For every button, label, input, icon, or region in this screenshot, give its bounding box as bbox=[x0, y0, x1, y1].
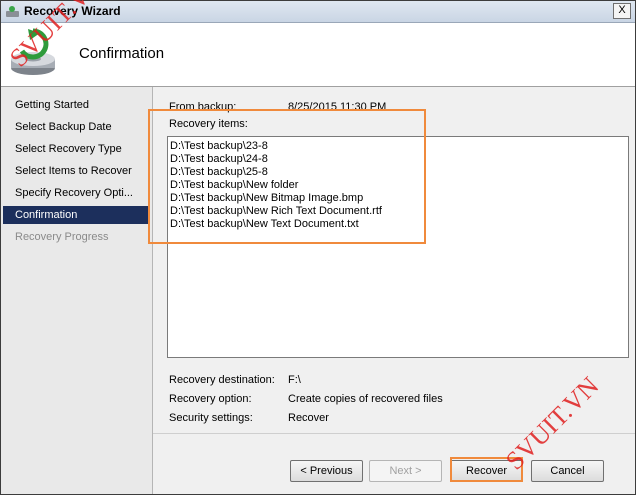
recovery-items-label: Recovery items: bbox=[169, 118, 248, 130]
step-recovery-progress: Recovery Progress bbox=[15, 231, 109, 243]
step-specify-recovery-options[interactable]: Specify Recovery Opti... bbox=[3, 184, 150, 202]
from-backup-value: 8/25/2015 11:30 PM bbox=[288, 101, 387, 113]
recovery-option-label: Recovery option: bbox=[169, 393, 252, 405]
recovery-option-value: Create copies of recovered files bbox=[288, 393, 443, 405]
list-item[interactable]: D:\Test backup\23-8 bbox=[170, 140, 626, 153]
security-settings-label: Security settings: bbox=[169, 412, 253, 424]
step-select-recovery-type[interactable]: Select Recovery Type bbox=[3, 140, 150, 158]
recovery-items-list[interactable]: D:\Test backup\23-8 D:\Test backup\24-8 … bbox=[167, 136, 629, 358]
wizard-header: Confirmation bbox=[1, 23, 635, 87]
from-backup-label: From backup: bbox=[169, 101, 237, 113]
step-select-items-to-recover[interactable]: Select Items to Recover bbox=[3, 162, 150, 180]
step-getting-started[interactable]: Getting Started bbox=[3, 96, 150, 114]
list-item[interactable]: D:\Test backup\24-8 bbox=[170, 153, 626, 166]
recovery-destination-value: F:\ bbox=[288, 374, 301, 386]
page-title: Confirmation bbox=[79, 45, 165, 62]
confirmation-panel: From backup: 8/25/2015 11:30 PM Recovery… bbox=[153, 87, 635, 433]
list-item[interactable]: D:\Test backup\New Bitmap Image.bmp bbox=[170, 192, 626, 205]
list-item[interactable]: D:\Test backup\New folder bbox=[170, 179, 626, 192]
previous-button[interactable]: < Previous bbox=[290, 460, 363, 482]
step-confirmation[interactable]: Confirmation bbox=[3, 206, 150, 224]
security-settings-value: Recover bbox=[288, 412, 329, 424]
title-bar[interactable]: Recovery Wizard X bbox=[1, 1, 635, 23]
backup-app-icon bbox=[6, 6, 19, 17]
wizard-steps-sidebar: Getting Started Select Backup Date Selec… bbox=[1, 87, 153, 494]
list-item[interactable]: D:\Test backup\New Rich Text Document.rt… bbox=[170, 205, 626, 218]
step-select-backup-date[interactable]: Select Backup Date bbox=[3, 118, 150, 136]
wizard-footer: < Previous Next > Recover Cancel bbox=[153, 433, 635, 494]
list-item[interactable]: D:\Test backup\New Text Document.txt bbox=[170, 218, 626, 231]
cancel-button[interactable]: Cancel bbox=[531, 460, 604, 482]
next-button: Next > bbox=[369, 460, 442, 482]
list-item[interactable]: D:\Test backup\25-8 bbox=[170, 166, 626, 179]
recovery-destination-label: Recovery destination: bbox=[169, 374, 275, 386]
close-button[interactable]: X bbox=[613, 3, 631, 19]
